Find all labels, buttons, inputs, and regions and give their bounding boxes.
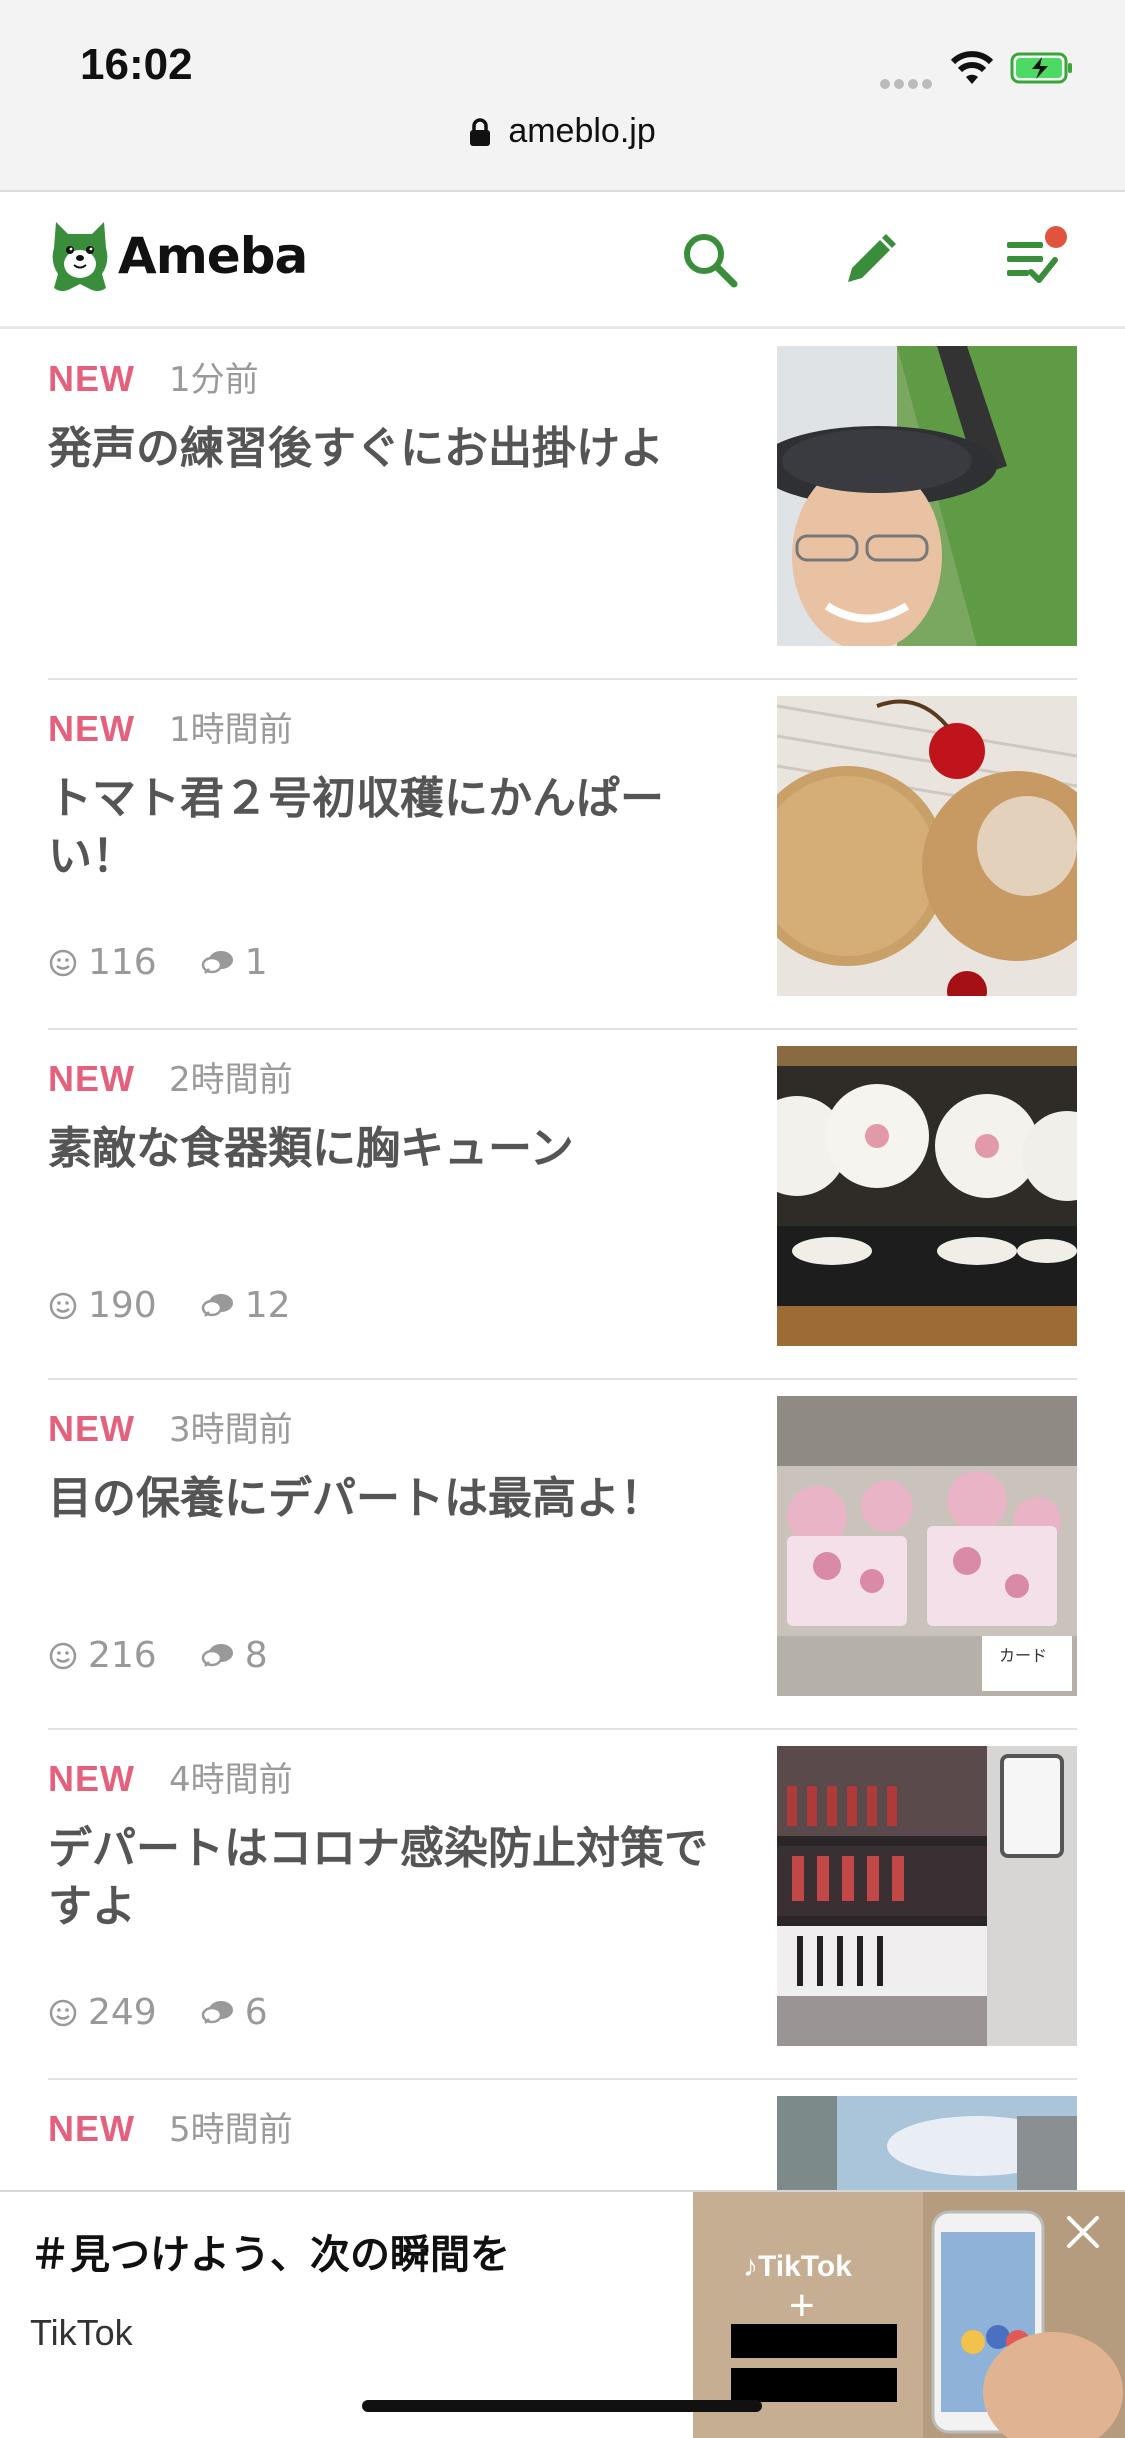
comment-count: 6	[244, 1992, 268, 2033]
post-list-item[interactable]: NEW 4時間前 デパートはコロナ感染防止対策ですよ 249 6	[0, 1730, 1125, 2080]
like-count: 190	[88, 1285, 157, 1326]
post-thumbnail[interactable]	[777, 346, 1077, 646]
smiley-icon	[49, 1642, 77, 1669]
post-time: 2時間前	[169, 1060, 293, 1100]
wifi-icon	[950, 51, 994, 84]
home-indicator[interactable]	[362, 2400, 762, 2412]
svg-text:+: +	[789, 2281, 815, 2330]
comment-count: 12	[244, 1285, 291, 1326]
signal-icon	[880, 74, 936, 89]
photo-bread-cherry-image	[777, 696, 1077, 996]
url-text: ameblo.jp	[508, 112, 656, 150]
smiley-icon	[49, 1292, 77, 1319]
post-stats: 249 6	[48, 1992, 312, 2033]
post-thumbnail[interactable]: カード	[777, 1396, 1077, 1696]
smiley-icon	[49, 949, 77, 976]
logo-text: Ameba	[118, 227, 308, 285]
post-title[interactable]: デパートはコロナ感染防止対策ですよ	[48, 1820, 728, 1936]
post-thumbnail[interactable]	[777, 1746, 1077, 2046]
post-thumbnail[interactable]	[777, 696, 1077, 996]
new-badge: NEW	[48, 1058, 135, 1099]
post-stats: 116 1	[48, 942, 312, 983]
divider	[0, 326, 1125, 329]
post-title[interactable]: トマト君２号初収穫にかんぱーい！	[48, 770, 728, 886]
battery-icon	[1010, 52, 1072, 84]
photo-woman-hat-image	[777, 346, 1077, 646]
like-count: 216	[88, 1635, 157, 1676]
like-count: 116	[88, 942, 157, 983]
post-title[interactable]: 目の保養にデパートは最高よ！	[48, 1470, 728, 1528]
pencil-icon[interactable]	[840, 230, 900, 290]
ameba-mascot-icon	[52, 222, 108, 291]
app-header: Ameba	[0, 192, 1125, 326]
smiley-icon	[49, 1999, 77, 2026]
post-thumbnail[interactable]	[777, 1046, 1077, 1346]
post-list-item[interactable]: NEW 3時間前 目の保養にデパートは最高よ！ 216 8 カード	[0, 1380, 1125, 1730]
post-stats: 216 8	[48, 1635, 312, 1676]
post-list-item[interactable]: NEW 1分前 発声の練習後すぐにお出掛けよ	[0, 330, 1125, 680]
post-stats: 190 12	[48, 1285, 335, 1326]
comment-count: 8	[244, 1635, 268, 1676]
post-meta: NEW 3時間前	[48, 1402, 293, 1451]
post-time: 1時間前	[169, 710, 293, 750]
post-title[interactable]: 素敵な食器類に胸キューン	[48, 1120, 728, 1178]
post-time: 5時間前	[169, 2110, 293, 2150]
ameba-logo[interactable]: Ameba	[48, 218, 308, 294]
new-badge: NEW	[48, 2108, 135, 2149]
photo-flower-cards-image: カード	[777, 1396, 1077, 1696]
comment-icon	[201, 1643, 233, 1667]
new-badge: NEW	[48, 1758, 135, 1799]
ad-advertiser: TikTok	[30, 2312, 133, 2353]
post-list-item[interactable]: NEW 1時間前 トマト君２号初収穫にかんぱーい！ 116 1	[0, 680, 1125, 1030]
address-bar[interactable]: ameblo.jp	[0, 112, 1125, 172]
svg-text:カード: カード	[999, 1646, 1047, 1665]
post-meta: NEW 1時間前	[48, 702, 293, 751]
comment-icon	[201, 1293, 233, 1317]
new-badge: NEW	[48, 708, 135, 749]
post-meta: NEW 4時間前	[48, 1752, 293, 1801]
post-title[interactable]: 発声の練習後すぐにお出掛けよ	[48, 420, 728, 478]
status-bar: 16:02 ameblo.jp	[0, 0, 1125, 190]
post-meta: NEW 2時間前	[48, 1052, 293, 1101]
status-time: 16:02	[80, 40, 193, 89]
search-icon[interactable]	[680, 230, 740, 290]
like-count: 249	[88, 1992, 157, 2033]
post-list-item[interactable]: NEW 2時間前 素敵な食器類に胸キューン 190 12	[0, 1030, 1125, 1380]
photo-cosmetics-counter-image	[777, 1746, 1077, 2046]
close-icon[interactable]	[1061, 2210, 1105, 2254]
post-time: 1分前	[169, 360, 259, 400]
photo-tableware-image	[777, 1046, 1077, 1346]
post-time: 4時間前	[169, 1760, 293, 1800]
svg-text:♪TikTok: ♪TikTok	[743, 2250, 852, 2283]
notification-badge	[1045, 226, 1067, 248]
post-meta: NEW 1分前	[48, 352, 259, 401]
comment-icon	[201, 950, 233, 974]
ad-headline[interactable]: ＃見つけよう、次の瞬間を	[30, 2222, 510, 2280]
comment-icon	[201, 2000, 233, 2024]
post-meta: NEW 5時間前	[48, 2102, 293, 2151]
comment-count: 1	[244, 942, 268, 983]
new-badge: NEW	[48, 358, 135, 399]
post-time: 3時間前	[169, 1410, 293, 1450]
new-badge: NEW	[48, 1408, 135, 1449]
lock-icon	[470, 117, 491, 146]
